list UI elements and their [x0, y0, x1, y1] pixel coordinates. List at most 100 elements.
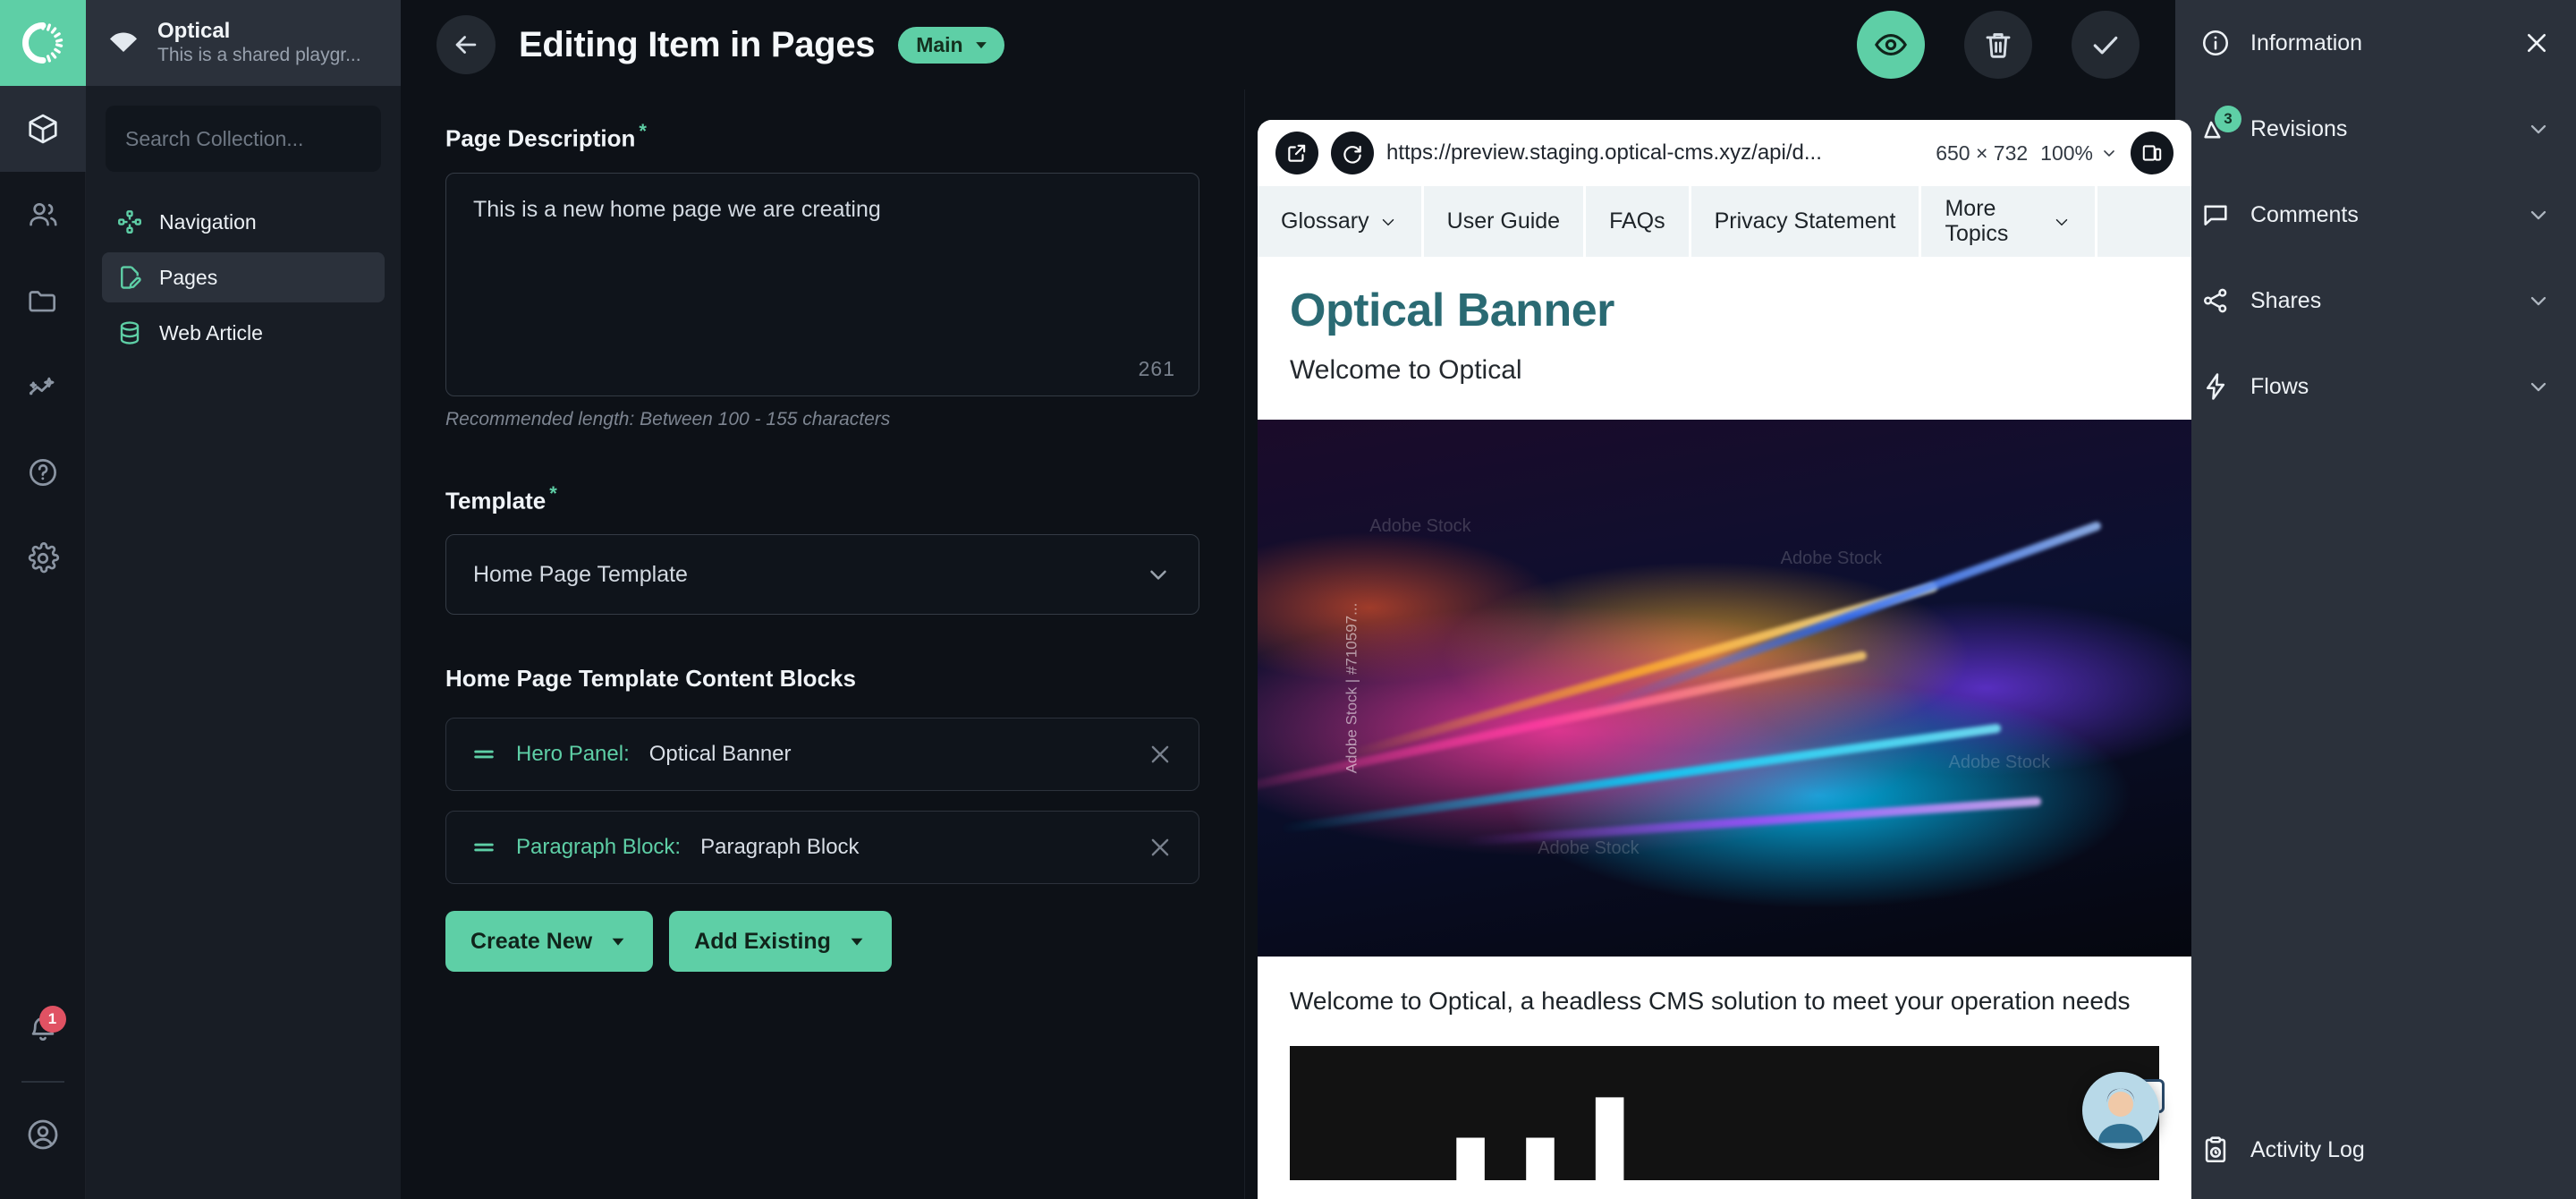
site-nav-user-guide[interactable]: User Guide — [1424, 186, 1586, 257]
rail-item-notifications[interactable]: 1 — [0, 986, 86, 1072]
info-panel-close-button[interactable] — [2522, 29, 2551, 57]
drag-handle-icon[interactable] — [471, 835, 496, 860]
create-new-label: Create New — [470, 929, 592, 955]
save-button[interactable] — [2072, 11, 2140, 79]
chevron-down-icon — [1145, 561, 1172, 588]
content-block-value: Paragraph Block — [700, 835, 859, 860]
rail-item-analytics[interactable] — [0, 344, 86, 429]
description-label: Page Description* — [445, 120, 1199, 153]
chat-agent-button[interactable] — [2082, 1072, 2159, 1149]
info-section-revisions[interactable]: 3 Revisions — [2175, 86, 2576, 172]
sidebar-item-web-article[interactable]: Web Article — [102, 308, 385, 358]
chevron-down-icon — [2526, 202, 2551, 227]
content-blocks-title: Home Page Template Content Blocks — [445, 665, 1199, 693]
icon-rail: 1 — [0, 0, 86, 1199]
brand-logo[interactable] — [0, 0, 86, 86]
template-selected-value: Home Page Template — [473, 562, 688, 588]
remove-block-button[interactable] — [1147, 741, 1174, 768]
rail-bottom: 1 — [0, 986, 85, 1199]
drag-handle-icon[interactable] — [471, 742, 496, 767]
info-panel-title: Information — [2250, 30, 2362, 56]
site-nav: Glossary User Guide FAQs Privacy Stateme… — [1258, 186, 2191, 257]
rail-item-settings[interactable] — [0, 515, 86, 601]
help-circle-icon — [26, 455, 60, 489]
site-nav-more-topics[interactable]: More Topics — [1921, 186, 2097, 257]
rail-item-media[interactable] — [0, 258, 86, 344]
content-block-type: Paragraph Block: — [516, 835, 681, 860]
template-select[interactable]: Home Page Template — [445, 534, 1199, 615]
info-circle-icon — [2200, 28, 2231, 58]
folder-icon — [26, 284, 60, 318]
remove-block-button[interactable] — [1147, 834, 1174, 861]
preview-toggle-button[interactable] — [1857, 11, 1925, 79]
reload-button[interactable] — [1331, 132, 1374, 174]
preview-url[interactable]: https://preview.staging.optical-cms.xyz/… — [1386, 140, 1923, 166]
editor-header: Editing Item in Pages Main — [401, 0, 2175, 89]
main-area: Editing Item in Pages Main — [401, 0, 2175, 1199]
info-section-label: Flows — [2250, 374, 2309, 400]
rail-item-collections[interactable] — [0, 86, 86, 172]
device-toggle-button[interactable] — [2131, 132, 2174, 174]
sidebar-item-navigation[interactable]: Navigation — [102, 197, 385, 247]
delete-button[interactable] — [1964, 11, 2032, 79]
site-nav-label: User Guide — [1447, 208, 1560, 234]
back-button[interactable] — [436, 15, 496, 74]
rail-items — [0, 86, 85, 601]
content-block-value: Optical Banner — [649, 742, 792, 767]
site-nav-label: Privacy Statement — [1715, 208, 1896, 234]
info-section-label: Revisions — [2250, 116, 2347, 142]
info-panel-header: Information — [2175, 0, 2576, 86]
chevron-down-icon — [2100, 144, 2118, 162]
description-textarea[interactable]: This is a new home page we are creating … — [445, 173, 1199, 396]
chevron-down-icon — [2526, 374, 2551, 399]
open-external-button[interactable] — [1275, 132, 1318, 174]
description-hint: Recommended length: Between 100 - 155 ch… — [445, 409, 1199, 430]
user-circle-icon — [25, 1117, 61, 1152]
app-root: 1 Optical This is a shared playgr... Sea… — [0, 0, 2576, 1199]
branch-selector[interactable]: Main — [898, 27, 1004, 64]
chevron-down-icon — [2526, 288, 2551, 313]
activity-log-button[interactable]: Activity Log — [2175, 1101, 2576, 1199]
info-section-comments[interactable]: Comments — [2175, 172, 2576, 258]
chevron-down-icon — [1378, 212, 1398, 232]
sidebar-item-pages[interactable]: Pages — [102, 252, 385, 302]
hero-title: Optical Banner — [1290, 284, 2159, 337]
template-label-text: Template — [445, 487, 546, 514]
content-block-row[interactable]: Hero Panel: Optical Banner — [445, 718, 1199, 791]
share-icon — [2200, 285, 2231, 316]
chat-agent-avatar-icon — [2085, 1077, 2157, 1149]
required-mark: * — [549, 482, 557, 505]
media-card-glyph: ııl — [1442, 1073, 1651, 1180]
site-nav-privacy-statement[interactable]: Privacy Statement — [1691, 186, 1922, 257]
create-new-button[interactable]: Create New — [445, 911, 653, 972]
site-nav-faqs[interactable]: FAQs — [1586, 186, 1691, 257]
rail-item-help[interactable] — [0, 429, 86, 515]
media-card: ııl — [1290, 1046, 2159, 1180]
chevron-down-icon — [2052, 212, 2072, 232]
hero-subtitle: Welcome to Optical — [1290, 355, 2159, 386]
info-section-flows[interactable]: Flows — [2175, 344, 2576, 429]
search-input[interactable]: Search Collection... — [106, 106, 381, 172]
add-existing-button[interactable]: Add Existing — [669, 911, 892, 972]
content-block-row[interactable]: Paragraph Block: Paragraph Block — [445, 811, 1199, 884]
info-section-shares[interactable]: Shares — [2175, 258, 2576, 344]
rail-item-users[interactable] — [0, 172, 86, 258]
rail-item-account[interactable] — [0, 1092, 86, 1178]
hero-watermark-tile: Adobe Stock — [1949, 753, 2050, 773]
required-mark: * — [639, 120, 647, 142]
preview-column: https://preview.staging.optical-cms.xyz/… — [1245, 89, 2175, 1199]
chevron-down-icon — [972, 36, 990, 54]
collection-sidebar: Optical This is a shared playgr... Searc… — [86, 0, 401, 1199]
cube-icon — [26, 112, 60, 146]
chevron-down-icon — [2526, 116, 2551, 141]
preview-browser: https://preview.staging.optical-cms.xyz/… — [1258, 120, 2191, 1199]
workspace-header[interactable]: Optical This is a shared playgr... — [86, 0, 401, 86]
refresh-icon — [1341, 141, 1364, 165]
preview-zoom-select[interactable]: 100% — [2040, 141, 2118, 166]
content-block-type: Hero Panel: — [516, 742, 630, 767]
hero-header: Optical Banner Welcome to Optical — [1258, 257, 2191, 420]
site-nav-glossary[interactable]: Glossary — [1258, 186, 1424, 257]
search-wrapper: Search Collection... — [86, 86, 401, 181]
external-link-icon — [1285, 141, 1309, 165]
information-panel: Information 3 Revisions Comments — [2175, 0, 2576, 1199]
